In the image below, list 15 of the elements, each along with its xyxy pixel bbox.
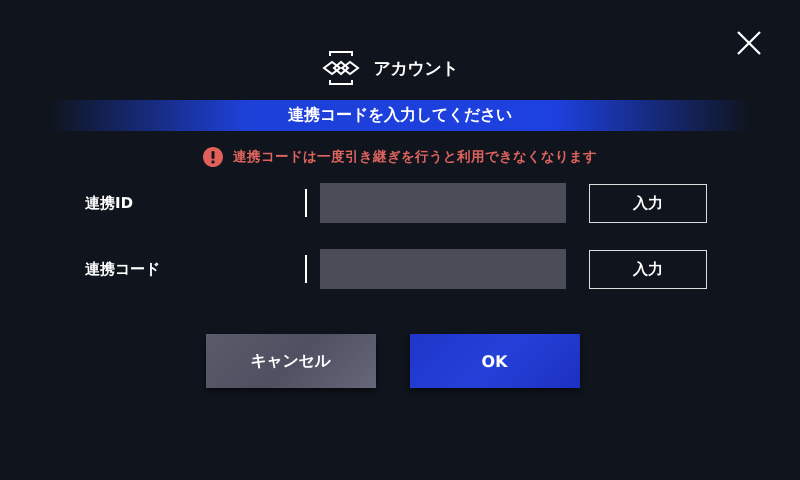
cancel-button[interactable]: キャンセル [206,334,376,388]
close-icon [736,30,762,56]
ok-button[interactable]: OK [410,334,580,388]
warning-icon [203,147,223,167]
input-button[interactable]: 入力 [589,250,707,288]
account-link-icon [322,51,360,85]
warning-text: 連携コードは一度引き継ぎを行うと利用できなくなります [233,148,597,166]
field-label: 連携コード [85,260,161,278]
input-button[interactable]: 入力 [589,184,707,222]
input-field[interactable] [320,249,566,289]
header-title: アカウント [374,58,458,80]
input-field[interactable] [320,183,566,223]
field-label: 連携ID [85,194,134,212]
banner-text: 連携コードを入力してください [288,105,512,126]
close-button[interactable] [736,30,762,56]
